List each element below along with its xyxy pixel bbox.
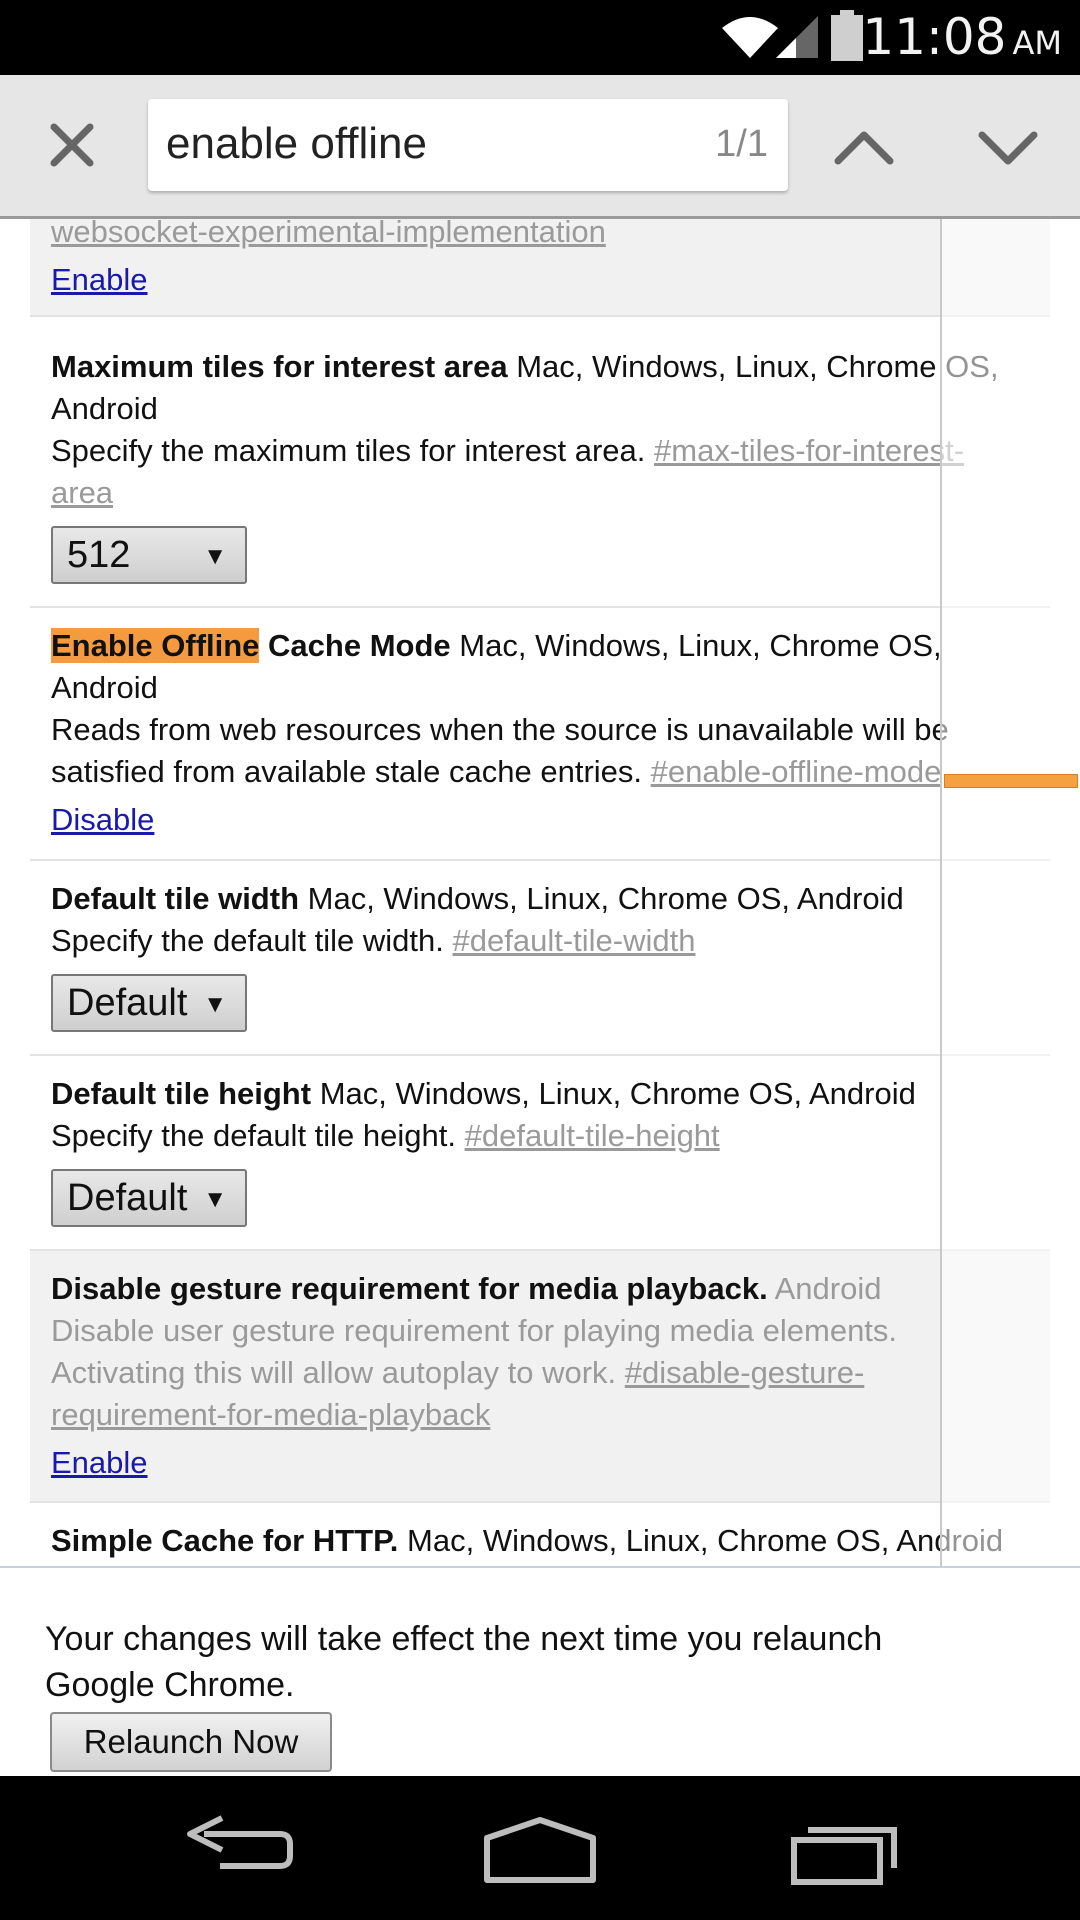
select-value: 512 xyxy=(67,534,131,576)
experiment-platforms: Mac, Windows, Linux, Chrome OS, xyxy=(459,628,942,663)
status-bar: 11:08 AM xyxy=(0,0,1080,75)
chevron-down-icon xyxy=(978,131,1038,165)
experiment-anchor-link[interactable]: #default-tile-height xyxy=(465,1118,720,1153)
experiment-anchor-link[interactable]: #max-tiles-for-interest- xyxy=(654,433,964,468)
max-tiles-select[interactable]: 512 ▼ xyxy=(51,526,247,584)
find-match-highlight: Enable Offline xyxy=(51,628,260,663)
relaunch-message: Your changes will take effect the next t… xyxy=(45,1620,883,1704)
find-results-track xyxy=(940,219,942,1775)
close-find-button[interactable] xyxy=(44,117,100,173)
experiment-title: Cache Mode xyxy=(268,628,451,663)
experiment-description: Specify the default tile height. xyxy=(51,1118,456,1153)
experiment-title: Default tile width xyxy=(51,881,299,916)
experiment-title: Disable gesture requirement for media pl… xyxy=(51,1271,768,1306)
experiment-description-cont: satisfied from available stale cache ent… xyxy=(51,754,643,789)
experiment-platforms: Mac, Windows, Linux, Chrome OS, Android xyxy=(319,1076,916,1111)
dropdown-arrow-icon: ▼ xyxy=(203,991,227,1018)
experiment-platforms: Mac, Windows, Linux, Chrome OS, Android xyxy=(407,1523,1004,1558)
find-in-page-bar: enable offline 1/1 xyxy=(0,75,1080,219)
recents-icon xyxy=(791,1827,897,1885)
select-value: Default xyxy=(67,1177,188,1219)
dropdown-arrow-icon: ▼ xyxy=(203,543,227,570)
experiment-anchor-link[interactable]: websocket-experimental-implementation xyxy=(51,219,606,249)
experiment-title: Default tile height xyxy=(51,1076,312,1111)
enable-link[interactable]: Enable xyxy=(51,1442,148,1484)
chevron-up-icon xyxy=(834,131,894,165)
find-match-count: 1/1 xyxy=(715,123,768,165)
select-value: Default xyxy=(67,982,188,1024)
experiment-description: Disable user gesture requirement for pla… xyxy=(51,1313,898,1348)
experiment-title: Maximum tiles for interest area xyxy=(51,349,508,384)
experiment-title: Simple Cache for HTTP. xyxy=(51,1523,399,1558)
experiment-description: Specify the maximum tiles for interest a… xyxy=(51,433,646,468)
clock: 11:08 AM xyxy=(862,8,1062,66)
experiment-default-tile-height: Default tile height Mac, Windows, Linux,… xyxy=(30,1056,1050,1251)
find-next-button[interactable] xyxy=(976,117,1040,177)
tile-height-select[interactable]: Default ▼ xyxy=(51,1169,247,1227)
experiment-description: Reads from web resources when the source… xyxy=(51,712,949,747)
experiment-max-tiles: Maximum tiles for interest area Mac, Win… xyxy=(30,329,1050,608)
experiment-gesture-requirement: Disable gesture requirement for media pl… xyxy=(30,1251,1050,1503)
relaunch-panel: Your changes will take effect the next t… xyxy=(0,1566,1080,1778)
battery-icon xyxy=(831,10,863,61)
cell-signal-icon xyxy=(776,16,818,58)
experiment-offline-cache-mode: Enable Offline Cache Mode Mac, Windows, … xyxy=(30,608,1050,861)
experiment-websocket: websocket-experimental-implementation En… xyxy=(30,219,1050,317)
find-results-overlay xyxy=(942,219,1080,1775)
experiment-anchor-link-cont[interactable]: area xyxy=(51,475,113,510)
find-query[interactable]: enable offline xyxy=(166,119,427,169)
wifi-icon xyxy=(722,17,778,58)
close-icon xyxy=(50,123,94,167)
experiment-platforms-cont: Android xyxy=(51,670,158,705)
clock-time: 11:08 xyxy=(862,8,1007,66)
experiment-platforms: Android xyxy=(774,1271,882,1306)
back-icon xyxy=(187,1815,293,1869)
recents-button[interactable] xyxy=(780,1812,910,1888)
experiment-anchor-link[interactable]: #disable-gesture- xyxy=(625,1355,865,1390)
home-icon xyxy=(484,1817,596,1883)
experiment-platforms: Mac, Windows, Linux, Chrome OS, Android xyxy=(307,881,904,916)
find-result-marker[interactable] xyxy=(944,774,1078,788)
disable-link[interactable]: Disable xyxy=(51,799,154,841)
enable-link[interactable]: Enable xyxy=(51,259,148,301)
experiment-platforms: Mac, Windows, Linux, Chrome OS, xyxy=(516,349,999,384)
relaunch-now-button[interactable]: Relaunch Now xyxy=(50,1712,332,1772)
experiment-anchor-link[interactable]: #default-tile-width xyxy=(453,923,696,958)
experiment-default-tile-width: Default tile width Mac, Windows, Linux, … xyxy=(30,861,1050,1056)
experiment-anchor-link-cont[interactable]: requirement-for-media-playback xyxy=(51,1397,490,1432)
home-button[interactable] xyxy=(475,1812,605,1888)
flags-page-content: websocket-experimental-implementation En… xyxy=(0,219,1080,1566)
experiment-description: Specify the default tile width. xyxy=(51,923,444,958)
dropdown-arrow-icon: ▼ xyxy=(203,1186,227,1213)
experiment-description-cont: Activating this will allow autoplay to w… xyxy=(51,1355,617,1390)
tile-width-select[interactable]: Default ▼ xyxy=(51,974,247,1032)
navigation-bar xyxy=(0,1776,1080,1920)
clock-ampm: AM xyxy=(1012,24,1063,62)
find-input[interactable]: enable offline 1/1 xyxy=(148,99,788,191)
back-button[interactable] xyxy=(180,1812,310,1888)
experiment-simple-cache: Simple Cache for HTTP. Mac, Windows, Lin… xyxy=(30,1503,1050,1566)
experiment-platforms-cont: Android xyxy=(51,391,158,426)
experiment-anchor-link[interactable]: #enable-offline-mode xyxy=(651,754,942,789)
find-previous-button[interactable] xyxy=(832,117,896,177)
